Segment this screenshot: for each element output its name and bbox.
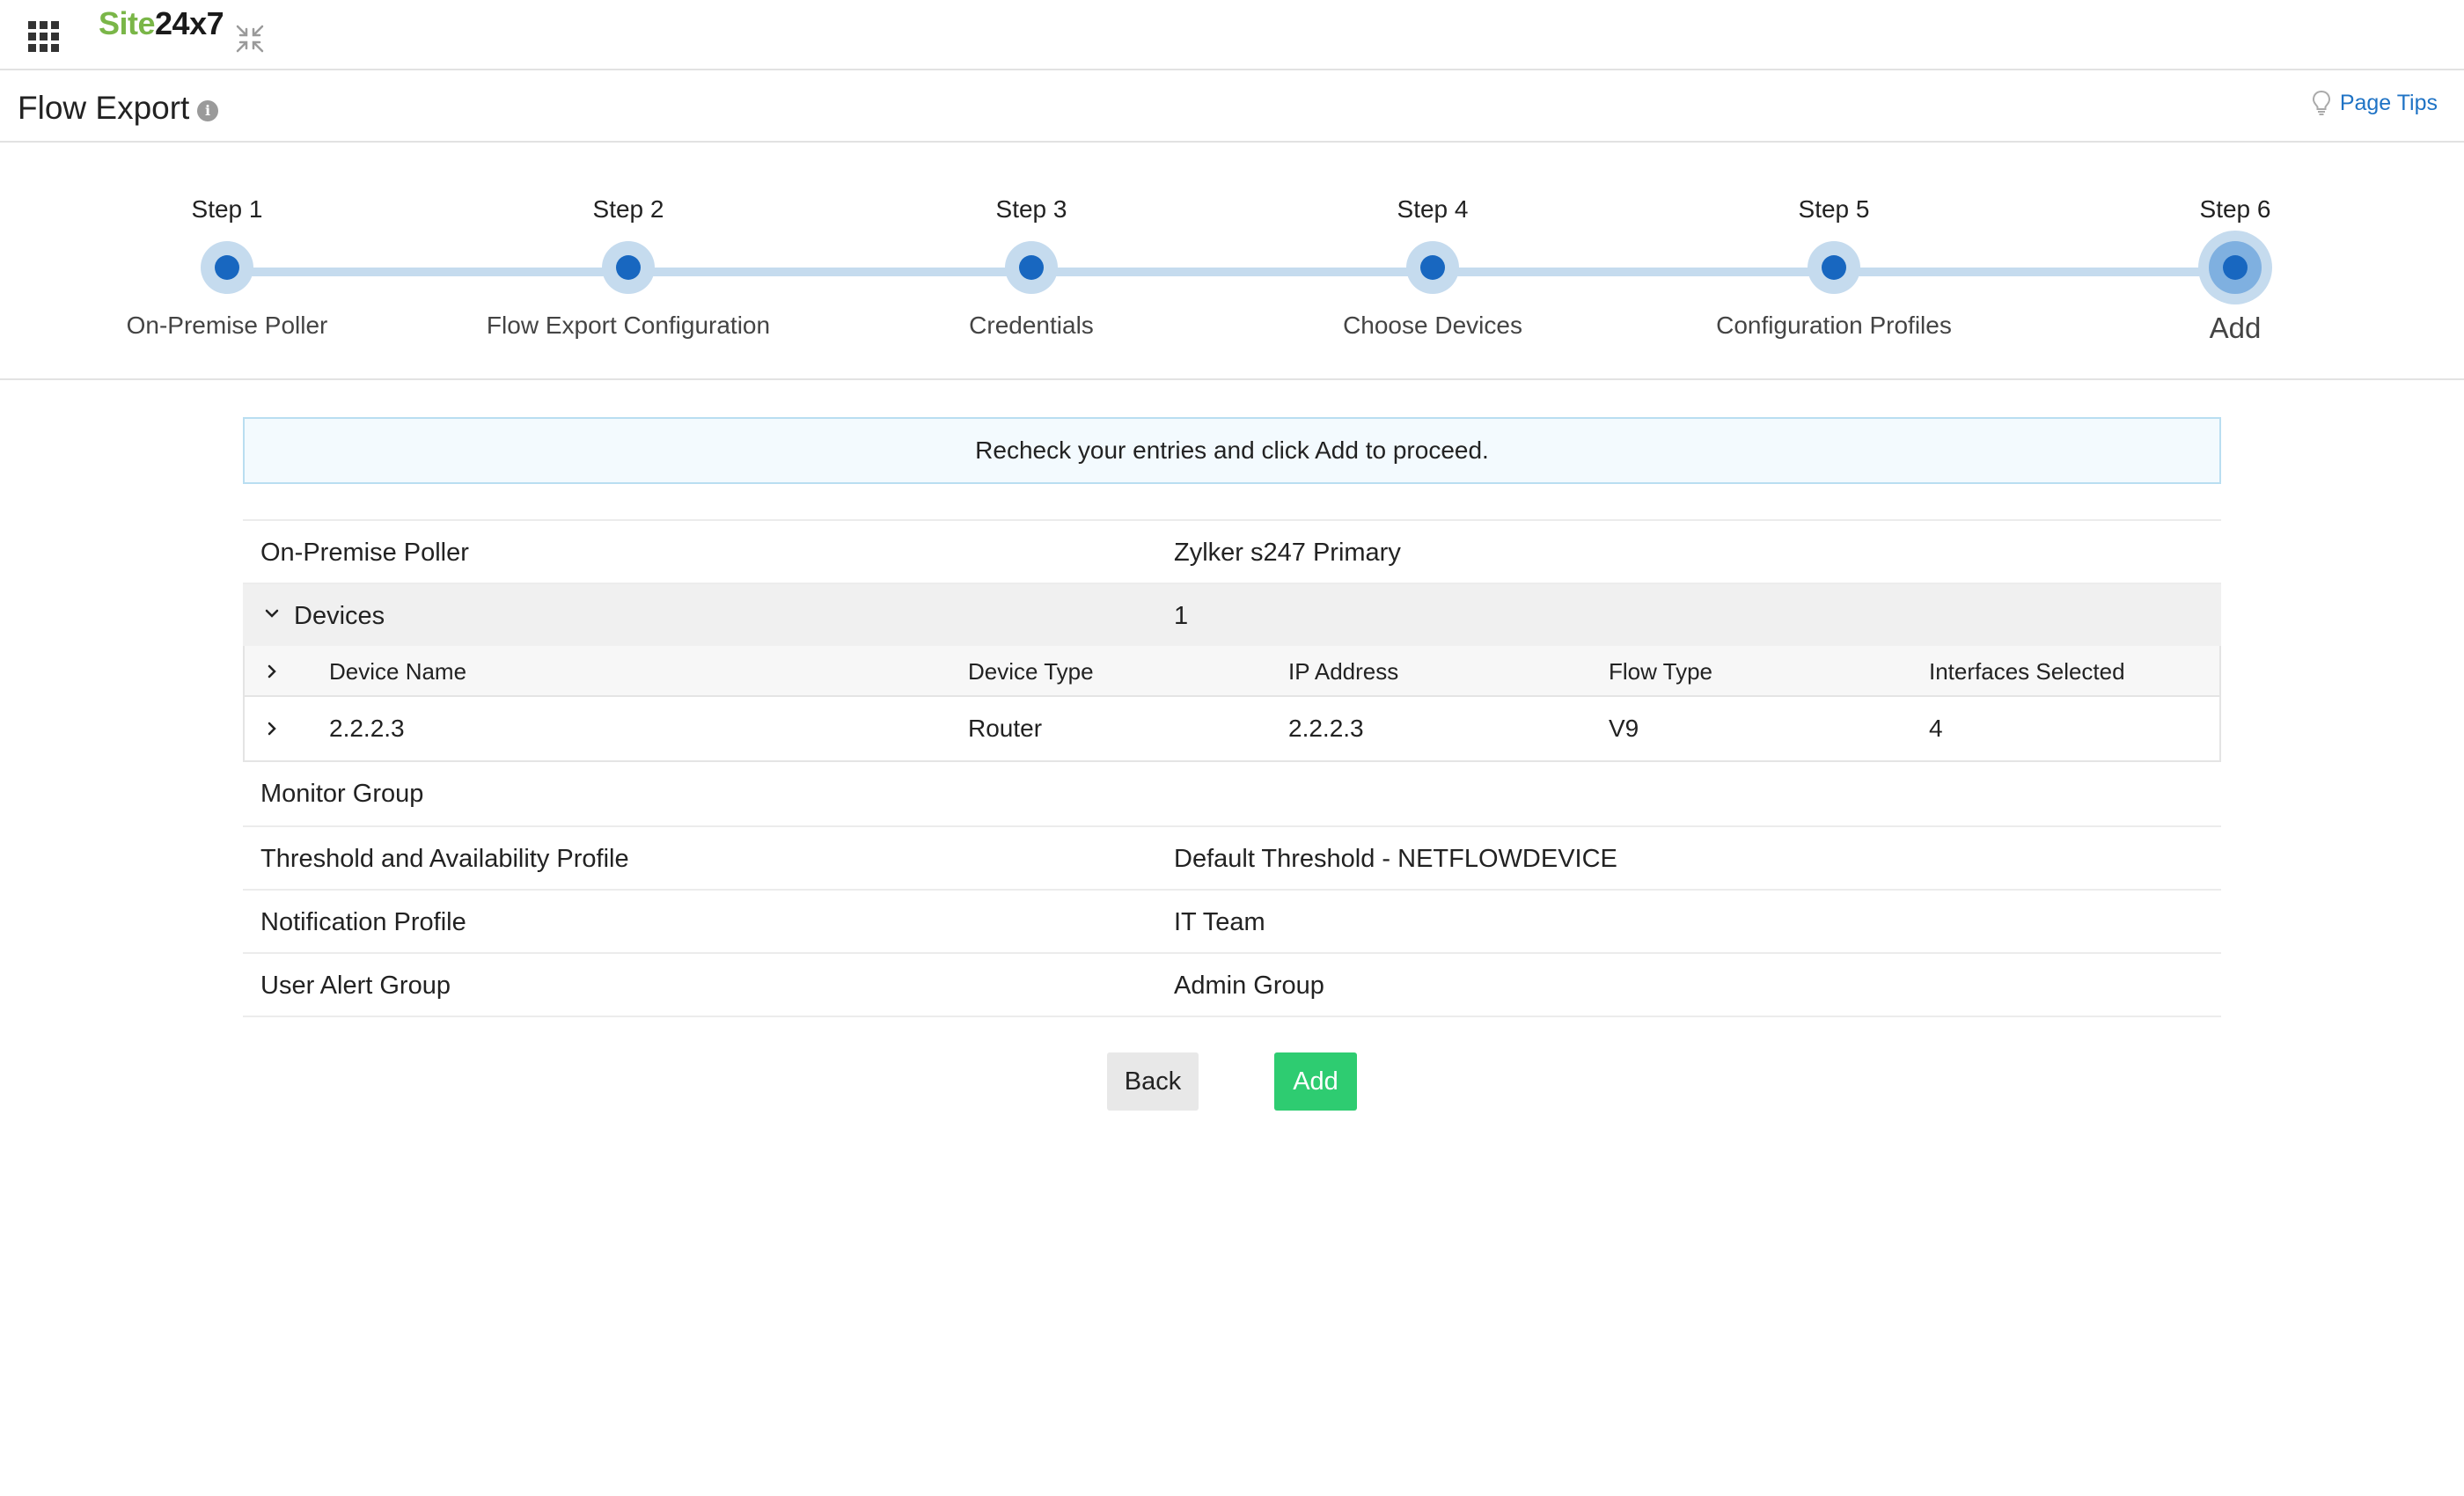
page-tips-label: Page Tips bbox=[2339, 90, 2438, 115]
step-name: On-Premise Poller bbox=[126, 312, 328, 339]
summary-row-threshold: Threshold and Availability Profile Defau… bbox=[243, 825, 2221, 889]
summary-table: On-Premise Poller Zylker s247 Primary De… bbox=[243, 519, 2221, 1017]
column-header: Interfaces Selected bbox=[1929, 658, 2125, 685]
column-header: IP Address bbox=[1288, 658, 1399, 685]
step-indicator bbox=[1808, 241, 1860, 294]
step-indicator bbox=[201, 241, 253, 294]
column-header: Device Name bbox=[329, 658, 467, 685]
device-table-header: Device Name Device Type IP Address Flow … bbox=[245, 646, 2219, 697]
row-label: On-Premise Poller bbox=[260, 539, 469, 567]
wizard-stepper: Step 1 On-Premise Poller Step 2 Flow Exp… bbox=[0, 143, 2464, 380]
summary-row-user-alert: User Alert Group Admin Group bbox=[243, 952, 2221, 1016]
chevron-right-icon[interactable] bbox=[264, 662, 280, 681]
step-name: Credentials bbox=[969, 312, 1094, 339]
cell-interfaces: 4 bbox=[1929, 715, 1943, 742]
table-row[interactable]: 2.2.2.3 Router 2.2.2.3 V9 4 bbox=[245, 697, 2219, 760]
column-header: Device Type bbox=[968, 658, 1094, 685]
step-label: Step 2 bbox=[592, 195, 664, 223]
row-label: Devices bbox=[294, 602, 385, 630]
page-title: Flow Export bbox=[18, 90, 190, 126]
row-value: Admin Group bbox=[1174, 972, 1324, 1000]
step-indicator bbox=[1406, 241, 1459, 294]
row-value: Default Threshold - NETFLOWDEVICE bbox=[1174, 845, 1617, 873]
step-name: Add bbox=[2209, 312, 2262, 344]
chevron-down-icon[interactable] bbox=[262, 604, 282, 623]
step-label: Step 6 bbox=[2199, 195, 2271, 223]
step-name: Flow Export Configuration bbox=[486, 312, 771, 339]
summary-row-devices[interactable]: Devices 1 bbox=[243, 583, 2221, 646]
site24x7-logo[interactable]: Site24x7 bbox=[99, 5, 224, 42]
row-label: Notification Profile bbox=[260, 908, 466, 936]
row-label: Threshold and Availability Profile bbox=[260, 845, 629, 873]
summary-row-poller: On-Premise Poller Zylker s247 Primary bbox=[243, 519, 2221, 583]
cell-ip-address: 2.2.2.3 bbox=[1288, 715, 1364, 742]
collapse-icon[interactable] bbox=[234, 23, 266, 55]
column-header: Flow Type bbox=[1609, 658, 1713, 685]
row-label: Monitor Group bbox=[260, 780, 424, 808]
summary-row-monitor-group: Monitor Group bbox=[243, 762, 2221, 825]
step-name: Configuration Profiles bbox=[1716, 312, 1952, 339]
review-notice: Recheck your entries and click Add to pr… bbox=[243, 417, 2221, 484]
device-table: Device Name Device Type IP Address Flow … bbox=[243, 646, 2221, 762]
chevron-right-icon[interactable] bbox=[264, 719, 280, 738]
back-button[interactable]: Back bbox=[1107, 1052, 1199, 1111]
cell-device-type: Router bbox=[968, 715, 1043, 742]
row-value: Zylker s247 Primary bbox=[1174, 539, 1401, 567]
step-indicator-active bbox=[2198, 231, 2272, 304]
step-label: Step 1 bbox=[191, 195, 263, 223]
step-indicator bbox=[1005, 241, 1058, 294]
page-tips-link[interactable]: Page Tips bbox=[2312, 90, 2438, 116]
cell-device-name: 2.2.2.3 bbox=[329, 715, 405, 742]
cell-flow-type: V9 bbox=[1609, 715, 1639, 742]
add-button[interactable]: Add bbox=[1274, 1052, 1357, 1111]
top-bar: Site24x7 bbox=[0, 0, 2464, 70]
row-label: User Alert Group bbox=[260, 972, 451, 1000]
page-header: Flow Export bbox=[0, 70, 2464, 143]
row-value: IT Team bbox=[1174, 908, 1265, 936]
stepper-track bbox=[224, 268, 2232, 276]
summary-row-notification: Notification Profile IT Team bbox=[243, 889, 2221, 952]
lightbulb-icon bbox=[2312, 90, 2330, 115]
device-count: 1 bbox=[1174, 602, 1189, 630]
step-name: Choose Devices bbox=[1343, 312, 1522, 339]
app-grid-icon[interactable] bbox=[28, 21, 60, 53]
info-icon[interactable]: i bbox=[197, 100, 218, 121]
step-indicator bbox=[602, 241, 655, 294]
step-label: Step 3 bbox=[995, 195, 1067, 223]
step-label: Step 4 bbox=[1397, 195, 1469, 223]
step-label: Step 5 bbox=[1798, 195, 1870, 223]
